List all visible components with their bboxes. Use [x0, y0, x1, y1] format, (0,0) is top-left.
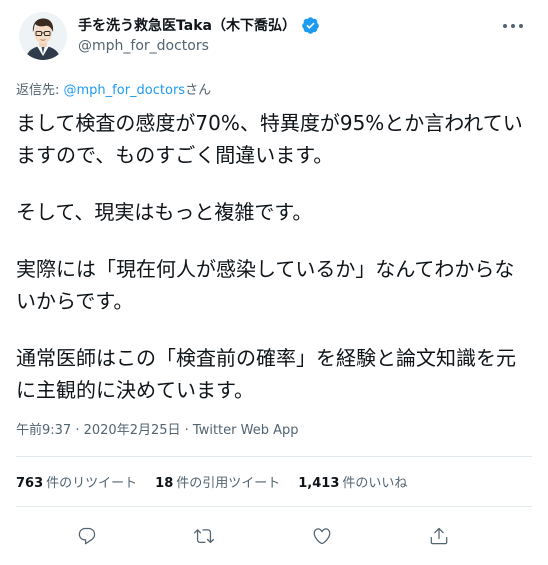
avatar-illustration	[19, 12, 67, 60]
tweet-paragraph: 実際には「現在何人が感染しているか」なんてわからないからです。	[16, 257, 515, 313]
quotes-label: 件の引用ツイート	[176, 476, 281, 491]
more-horizontal-icon	[501, 24, 525, 28]
retweets-label: 件のリツイート	[46, 476, 138, 491]
heart-icon	[313, 528, 331, 545]
tweet-paragraph: まして検査の感度が70%、特異度が95%とか言われていますので、ものすごく間違い…	[16, 111, 523, 167]
tweet-source-app[interactable]: Twitter Web App	[193, 423, 299, 438]
tweet-stats: 763 件のリツイート 18 件の引用ツイート 1,413 件のいいね	[16, 457, 532, 506]
verified-badge-icon	[301, 16, 320, 35]
quotes-count: 18	[155, 476, 174, 491]
tweet-date[interactable]: 2020年2月25日	[84, 423, 181, 438]
retweets-count: 763	[16, 476, 44, 491]
tweet-paragraph: 通常医師はこの「検査前の確率」を経験と論文知識を元に主観的に決めています。	[16, 346, 516, 402]
user-handle[interactable]: @mph_for_doctors	[78, 38, 492, 54]
avatar[interactable]	[19, 12, 67, 60]
likes-label: 件のいいね	[342, 476, 408, 491]
reply-to-line: 返信先: @mph_for_doctorsさん	[16, 79, 532, 99]
tweet-meta: 午前9:37 · 2020年2月25日 · Twitter Web App	[16, 419, 532, 439]
likes-count: 1,413	[298, 476, 340, 491]
tweet-paragraph: そして、現実はもっと複雑です。	[16, 200, 313, 224]
retweet-icon	[194, 529, 215, 544]
reply-icon	[78, 527, 95, 545]
tweet-header: 手を洗う救急医Taka（木下喬弘） @mph_for_doctors	[16, 12, 532, 72]
user-info: 手を洗う救急医Taka（木下喬弘） @mph_for_doctors	[78, 14, 492, 54]
tweet-time[interactable]: 午前9:37	[16, 423, 71, 438]
name-row: 手を洗う救急医Taka（木下喬弘）	[78, 14, 492, 36]
share-icon	[430, 527, 448, 545]
more-options-button[interactable]	[498, 14, 528, 38]
meta-separator: ·	[180, 423, 193, 438]
retweets-stat[interactable]: 763 件のリツイート	[16, 472, 137, 491]
display-name[interactable]: 手を洗う救急医Taka（木下喬弘）	[78, 15, 296, 35]
tweet-text: まして検査の感度が70%、特異度が95%とか言われていますので、ものすごく間違い…	[16, 107, 532, 406]
likes-stat[interactable]: 1,413 件のいいね	[298, 472, 407, 491]
tweet-card: 手を洗う救急医Taka（木下喬弘） @mph_for_doctors 返信先: …	[0, 0, 548, 548]
reply-prefix: 返信先:	[16, 83, 64, 98]
reply-suffix: さん	[185, 83, 212, 98]
meta-separator: ·	[71, 423, 84, 438]
quotes-stat[interactable]: 18 件の引用ツイート	[155, 472, 280, 491]
reply-mention-link[interactable]: @mph_for_doctors	[64, 83, 186, 98]
tweet-actions	[16, 507, 532, 565]
